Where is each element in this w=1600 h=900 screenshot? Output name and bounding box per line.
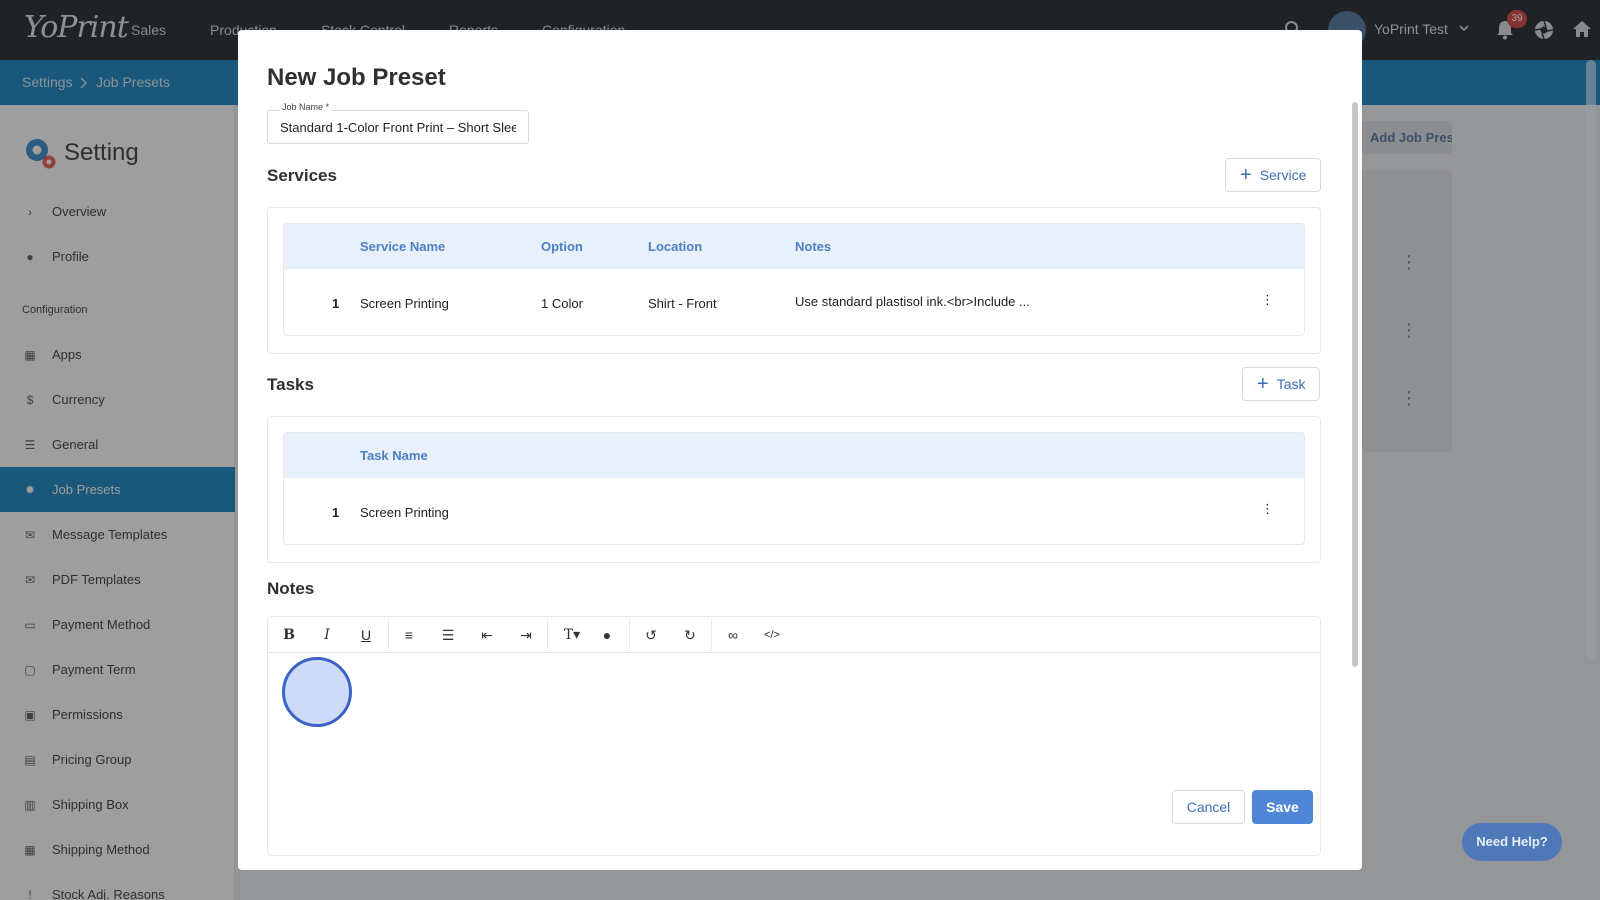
plus-icon: +	[1257, 373, 1269, 395]
row-number: 1	[332, 505, 340, 520]
modal-scrollbar[interactable]	[1352, 102, 1358, 667]
add-service-button[interactable]: + Service	[1225, 158, 1322, 192]
services-title: Services	[267, 166, 337, 185]
text-size-icon[interactable]: T▾	[557, 625, 587, 645]
code-icon[interactable]: </>	[761, 625, 783, 645]
location-cell: Shirt - Front	[648, 296, 717, 311]
tasks-card: Task Name 1 Screen Printing ⋮	[267, 416, 1321, 563]
table-row[interactable]: 1 Screen Printing 1 Color Shirt - Front …	[284, 269, 1304, 335]
underline-icon[interactable]: U	[355, 625, 377, 645]
task-name-cell: Screen Printing	[360, 505, 449, 520]
add-service-label: Service	[1259, 167, 1307, 183]
services-table: Service Name Option Location Notes 1 Scr…	[283, 223, 1305, 336]
click-indicator	[282, 657, 352, 727]
toolbar-divider	[711, 619, 712, 651]
service-name-cell: Screen Printing	[360, 296, 449, 311]
col-task-name[interactable]: Task Name	[360, 448, 428, 463]
job-name-input[interactable]	[268, 111, 528, 143]
editor-toolbar: B I U ≡ ☰ ⇤ ⇥ T▾ ● ↺ ↻ ∞ </>	[268, 617, 1320, 653]
color-drop-icon[interactable]: ●	[596, 625, 618, 645]
add-task-label: Task	[1276, 376, 1306, 392]
plus-icon: +	[1240, 164, 1252, 186]
notes-editor[interactable]: B I U ≡ ☰ ⇤ ⇥ T▾ ● ↺ ↻ ∞ </>	[267, 616, 1321, 856]
bold-icon[interactable]: B	[278, 625, 300, 645]
outdent-icon[interactable]: ⇤	[476, 625, 498, 645]
notes-title: Notes	[267, 579, 315, 598]
option-cell: 1 Color	[541, 296, 583, 311]
toolbar-divider	[388, 619, 389, 651]
row-menu-icon[interactable]: ⋮	[1261, 502, 1274, 515]
save-button[interactable]: Save	[1252, 790, 1313, 824]
row-number: 1	[332, 296, 340, 311]
notes-cell: Use standard plastisol ink.<br>Include .…	[795, 294, 1030, 309]
add-task-button[interactable]: + Task	[1242, 367, 1321, 401]
modal-title: New Job Preset	[267, 64, 446, 91]
col-service-name[interactable]: Service Name	[360, 239, 445, 254]
tasks-table-header: Task Name	[284, 433, 1304, 478]
redo-icon[interactable]: ↻	[679, 625, 701, 645]
bullet-list-icon[interactable]: ☰	[437, 625, 459, 645]
cancel-button[interactable]: Cancel	[1172, 790, 1245, 824]
services-table-header: Service Name Option Location Notes	[284, 224, 1304, 269]
row-menu-icon[interactable]: ⋮	[1261, 293, 1274, 306]
job-name-field[interactable]: Job Name *	[267, 102, 529, 144]
link-icon[interactable]: ∞	[722, 625, 744, 645]
col-option[interactable]: Option	[541, 239, 583, 254]
toolbar-divider	[629, 619, 630, 651]
page-scrollbar[interactable]	[1586, 60, 1596, 660]
new-job-preset-modal: New Job Preset Job Name * Services + Ser…	[238, 30, 1362, 870]
table-row[interactable]: 1 Screen Printing ⋮	[284, 478, 1304, 544]
undo-icon[interactable]: ↺	[640, 625, 662, 645]
italic-icon[interactable]: I	[316, 625, 338, 645]
col-location[interactable]: Location	[648, 239, 702, 254]
tasks-table: Task Name 1 Screen Printing ⋮	[283, 432, 1305, 545]
services-card: Service Name Option Location Notes 1 Scr…	[267, 207, 1321, 354]
toolbar-divider	[547, 619, 548, 651]
need-help-button[interactable]: Need Help?	[1462, 823, 1562, 861]
ordered-list-icon[interactable]: ≡	[398, 625, 420, 645]
indent-icon[interactable]: ⇥	[515, 625, 537, 645]
tasks-title: Tasks	[267, 375, 314, 394]
col-notes[interactable]: Notes	[795, 239, 831, 254]
